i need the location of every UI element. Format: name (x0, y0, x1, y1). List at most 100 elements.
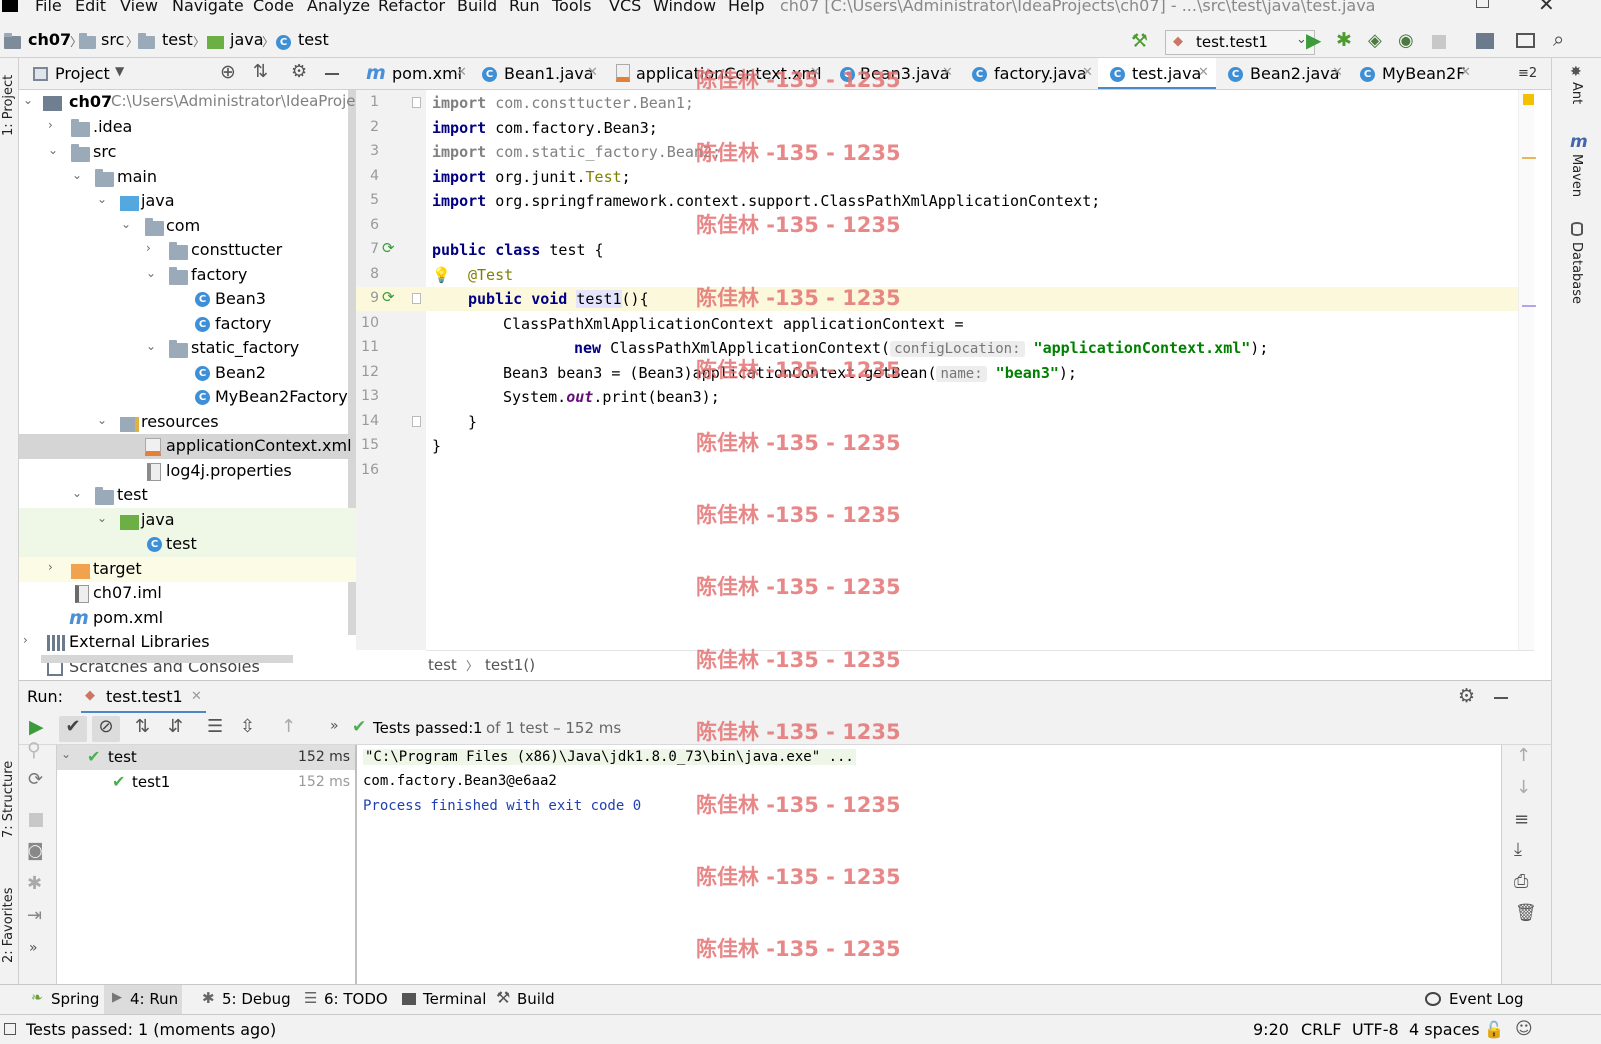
show-ignored-toggle-icon[interactable]: ⊘ (92, 716, 120, 742)
expand-arrow-icon[interactable]: ⌄ (23, 93, 33, 107)
project-tool-button[interactable]: 1: Project (1, 66, 16, 136)
soft-wrap-icon[interactable]: ≡ (1514, 809, 1529, 830)
expand-arrow-icon[interactable]: › (48, 560, 53, 574)
close-tab-icon[interactable]: ✕ (1332, 65, 1343, 80)
stop-icon[interactable] (1432, 35, 1446, 49)
tree-node-factory-pkg[interactable]: ⌄ factory (19, 263, 356, 288)
tree-node-external-libraries[interactable]: › External Libraries (19, 630, 356, 655)
breadcrumb-class[interactable]: test (428, 656, 457, 674)
expand-arrow-icon[interactable]: ⌄ (72, 486, 82, 500)
sdk-manager-icon[interactable] (1516, 33, 1535, 48)
more-actions-icon[interactable]: » (29, 940, 38, 956)
close-tab-icon[interactable]: ✕ (456, 65, 467, 80)
maximize-icon[interactable] (1476, 0, 1489, 8)
menu-tools[interactable]: Tools (552, 0, 591, 15)
expand-arrow-icon[interactable]: ⌄ (48, 143, 58, 157)
tree-node-test-class[interactable]: C test (19, 532, 356, 557)
tree-node-test-java[interactable]: ⌄ java (19, 508, 356, 533)
menu-build[interactable]: Build (457, 0, 497, 15)
gear-icon[interactable]: ⚙ (291, 61, 307, 82)
menu-vcs[interactable]: VCS (609, 0, 641, 15)
hide-panel-icon[interactable] (325, 73, 339, 75)
run-tab[interactable]: ◆ test.test1 ✕ (81, 681, 206, 714)
tree-node-main[interactable]: ⌄ main (19, 165, 356, 190)
tree-node-idea[interactable]: › .idea (19, 115, 356, 140)
crumb-test-class[interactable]: test (298, 30, 329, 49)
menu-analyze[interactable]: Analyze (307, 0, 370, 15)
settings-icon[interactable]: ✱ (27, 873, 42, 894)
tree-node-com[interactable]: ⌄ com (19, 214, 356, 239)
export-icon[interactable]: ⇥ (27, 905, 42, 926)
expand-arrow-icon[interactable]: › (48, 118, 53, 132)
show-passed-toggle-icon[interactable]: ✔ (59, 716, 87, 742)
rerun-failed-icon[interactable]: ⟳ (28, 769, 43, 790)
crumb-test[interactable]: test (162, 30, 193, 49)
console-output[interactable]: "C:\Program Files (x86)\Java\jdk1.8.0_73… (357, 745, 1501, 984)
close-tab-icon[interactable]: ✕ (587, 65, 598, 80)
run-config-select[interactable]: ◆ test.test1 ⌄ (1165, 30, 1315, 55)
todo-tool-button[interactable]: ☰ 6: TODO (298, 985, 388, 1015)
favorites-tool-button[interactable]: 2: Favorites (1, 878, 16, 963)
scroll-to-end-icon[interactable]: ⤓ (1514, 839, 1522, 860)
menu-help[interactable]: Help (728, 0, 764, 15)
menu-file[interactable]: File (35, 0, 62, 15)
hide-panel-icon[interactable] (1494, 697, 1508, 699)
search-everywhere-icon[interactable]: ⌕ (1553, 27, 1564, 51)
tree-node-pom[interactable]: m pom.xml (19, 606, 356, 631)
file-encoding[interactable]: UTF-8 (1352, 1020, 1399, 1039)
run-test-method-gutter-icon[interactable]: ⟳ (382, 288, 395, 306)
gear-icon[interactable]: ⚙ (1458, 685, 1475, 707)
tree-node-log4j[interactable]: log4j.properties (19, 459, 356, 484)
test-row-suite[interactable]: ⌄ ✔ test 152 ms (57, 745, 355, 770)
tree-node-bean3[interactable]: C Bean3 (19, 287, 356, 312)
database-tool-button[interactable]: Database (1569, 242, 1584, 304)
coverage-icon[interactable]: ◈ (1368, 30, 1382, 51)
expand-arrow-icon[interactable]: ⌄ (97, 192, 107, 206)
crumb-ch07[interactable]: ch07 (28, 30, 71, 49)
menu-refactor[interactable]: Refactor (378, 0, 445, 15)
tab-test-java[interactable]: C test.java ✕ (1098, 58, 1216, 89)
tree-node-src[interactable]: ⌄ src (19, 140, 356, 165)
lock-icon[interactable]: 🔓 (1484, 1020, 1504, 1039)
scroll-up-icon[interactable]: ↑ (1516, 745, 1531, 766)
run-test-class-gutter-icon[interactable]: ⟳ (382, 239, 395, 257)
tab-bean1-java[interactable]: C Bean1.java ✕ (472, 58, 604, 89)
tree-node-test-dir[interactable]: ⌄ test (19, 483, 356, 508)
tree-node-target[interactable]: › target (19, 557, 356, 582)
close-tab-icon[interactable]: ✕ (1082, 65, 1093, 80)
collapse-all-icon[interactable]: ⇳ (240, 716, 255, 737)
intention-bulb-icon[interactable]: 💡 (432, 266, 451, 284)
locate-file-icon[interactable]: ⊕ (220, 61, 236, 83)
expand-arrow-icon[interactable]: ⌄ (97, 511, 107, 525)
build-hammer-icon[interactable]: ⚒ (1131, 30, 1148, 52)
expand-all-icon[interactable]: ☰ (207, 716, 223, 737)
ant-tool-button[interactable]: Ant (1569, 82, 1584, 104)
tab-bean2-java[interactable]: C Bean2.java ✕ (1216, 58, 1348, 89)
more-actions-icon[interactable]: » (330, 718, 339, 734)
expand-arrow-icon[interactable]: ⌄ (146, 339, 156, 353)
stop-icon[interactable] (29, 813, 43, 827)
chevron-down-icon[interactable]: ▼ (115, 64, 124, 78)
debug-rerun-icon[interactable]: ⚲ (27, 739, 41, 761)
build-tool-button[interactable]: ⚒ Build (492, 985, 562, 1015)
expand-arrow-icon[interactable]: ⌄ (121, 217, 131, 231)
editor-scrollbar-gutter[interactable] (1518, 90, 1534, 650)
inspector-icon[interactable]: ☺ (1515, 1019, 1533, 1039)
close-tab-icon[interactable]: ✕ (1460, 65, 1471, 80)
maven-tool-button[interactable]: Maven (1569, 154, 1584, 197)
tool-windows-toggle-icon[interactable] (4, 1023, 16, 1035)
error-stripe-mark[interactable] (1522, 305, 1536, 307)
tab-mybean2factory-java[interactable]: C MyBean2F ✕ (1348, 58, 1478, 89)
fold-marker-icon[interactable] (412, 97, 421, 108)
indent-setting[interactable]: 4 spaces (1409, 1020, 1480, 1039)
run-icon[interactable]: ▶ (1306, 28, 1321, 52)
previous-failed-icon[interactable]: ↑ (281, 716, 296, 737)
fold-marker-icon[interactable] (412, 416, 421, 427)
project-view-selector[interactable]: Project (55, 64, 110, 83)
expand-arrow-icon[interactable]: ⌄ (72, 168, 82, 182)
test-row-method[interactable]: ✔ test1 152 ms (57, 770, 355, 795)
error-stripe-mark[interactable] (1522, 157, 1536, 159)
project-structure-icon[interactable] (1476, 33, 1494, 49)
caret-position[interactable]: 9:20 (1253, 1020, 1289, 1039)
menu-view[interactable]: View (120, 0, 158, 15)
